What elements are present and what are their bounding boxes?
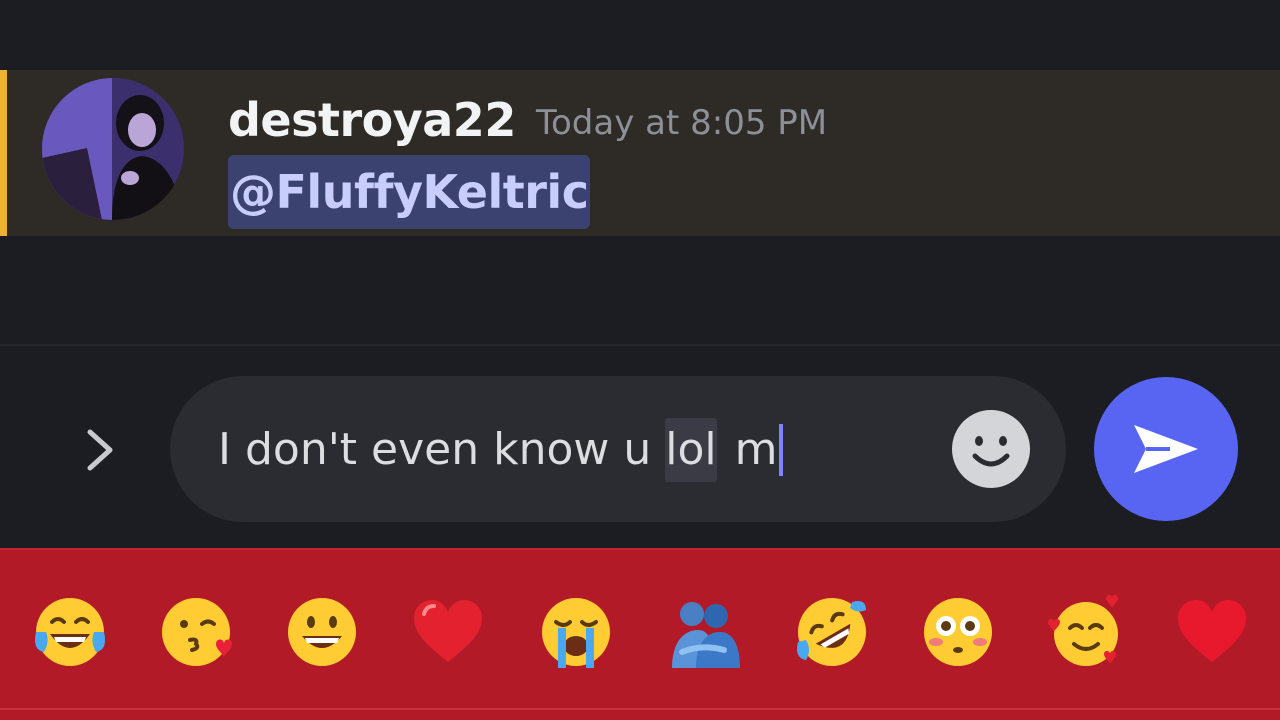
message-input[interactable]: I don't even know u lol m (170, 376, 1066, 522)
red-heart-icon (414, 600, 482, 662)
composer-divider (0, 344, 1280, 346)
message-timestamp: Today at 8:05 PM (536, 103, 828, 143)
loudly-crying-face-icon (542, 598, 610, 668)
emoji-rolling-on-the-floor-laughing[interactable] (792, 592, 872, 672)
people-hugging-icon (672, 602, 740, 668)
user-mention[interactable]: @FluffyKeltric (228, 155, 591, 229)
input-text-after: m (720, 424, 778, 475)
avatar[interactable] (42, 78, 184, 220)
mention-highlight-bar (0, 70, 7, 236)
heart-icon (1178, 600, 1246, 662)
input-text-selected: lol (665, 418, 717, 482)
grinning-face-icon (288, 598, 356, 666)
emoji-heart[interactable] (1172, 592, 1252, 672)
face-blowing-a-kiss-icon (162, 598, 232, 666)
emoji-smiling-face-with-hearts[interactable] (1046, 592, 1126, 672)
chat-message[interactable]: destroya22 Today at 8:05 PM @FluffyKeltr… (0, 70, 1280, 236)
input-text-before: I don't even know u (218, 424, 666, 475)
smiley-icon (952, 410, 1030, 488)
emoji-red-heart[interactable] (408, 592, 488, 672)
emoji-picker-button[interactable] (950, 408, 1032, 490)
emoji-bar-bottom-border (0, 708, 1280, 710)
emoji-loudly-crying-face[interactable] (536, 592, 616, 672)
message-username[interactable]: destroya22 (228, 92, 516, 148)
face-with-tears-of-joy-icon (35, 598, 105, 666)
message-input-text[interactable]: I don't even know u lol m (218, 418, 784, 482)
rolling-on-the-floor-laughing-icon (797, 598, 866, 666)
send-button[interactable] (1094, 377, 1238, 521)
expand-actions-button[interactable] (70, 420, 130, 480)
avatar-image (42, 78, 184, 220)
emoji-face-with-tears-of-joy[interactable] (30, 592, 110, 672)
smiling-face-with-hearts-icon (1048, 595, 1118, 666)
chevron-right-icon (87, 429, 113, 471)
emoji-people-hugging[interactable] (664, 592, 744, 672)
emoji-suggestion-bar (0, 548, 1280, 720)
text-cursor (779, 424, 784, 476)
flushed-face-icon (924, 598, 992, 666)
emoji-face-blowing-a-kiss[interactable] (156, 592, 236, 672)
send-arrow-icon (1134, 425, 1198, 473)
emoji-grinning-face[interactable] (282, 592, 362, 672)
chat-screen: destroya22 Today at 8:05 PM @FluffyKeltr… (0, 0, 1280, 720)
emoji-flushed-face[interactable] (918, 592, 998, 672)
